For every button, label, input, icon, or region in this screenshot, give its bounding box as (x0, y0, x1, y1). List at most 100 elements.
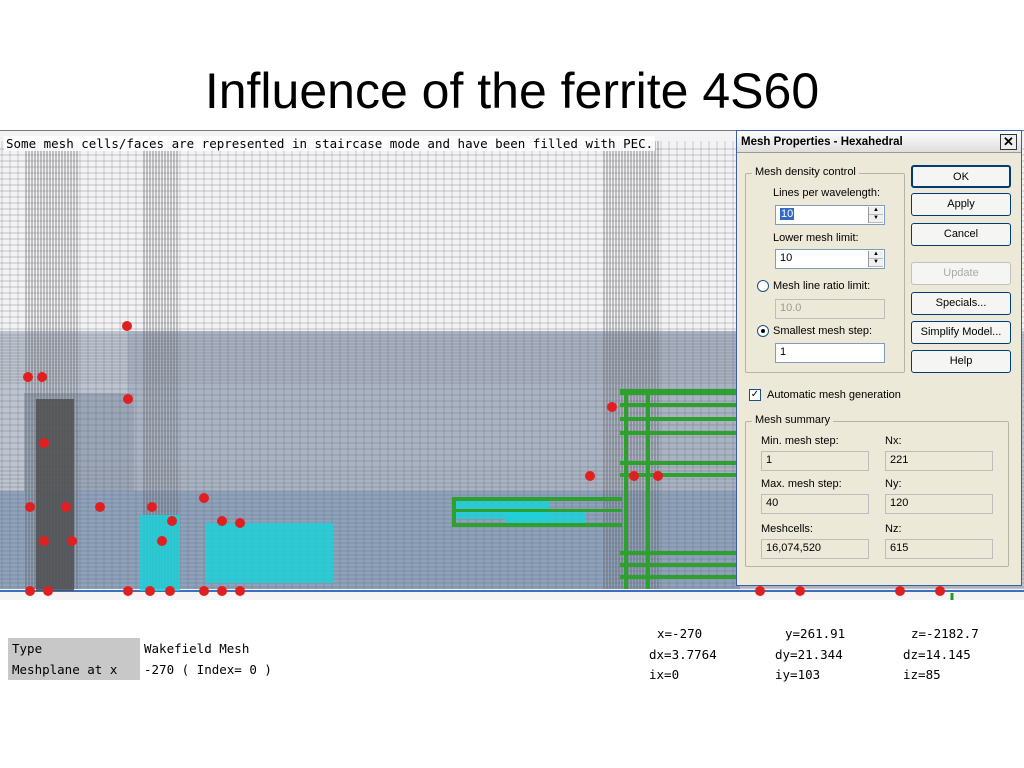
coord-dx: dx=3.7764 (649, 647, 717, 662)
ny-label: Ny: (885, 478, 902, 490)
dialog-titlebar[interactable]: Mesh Properties - Hexahedral ✕ (737, 131, 1021, 153)
pec-marker (895, 586, 905, 596)
pec-marker (653, 471, 663, 481)
green-pec-edge (452, 497, 456, 527)
green-pec-edge (646, 389, 650, 589)
pec-marker (167, 516, 177, 526)
apply-button[interactable]: Apply (911, 193, 1011, 216)
pec-marker (67, 536, 77, 546)
mesh-summary-group-label: Mesh summary (752, 414, 834, 426)
pec-marker (122, 321, 132, 331)
pec-marker (43, 586, 53, 596)
pec-marker (795, 586, 805, 596)
lower-mesh-limit-value: 10 (780, 252, 793, 264)
ratio-limit-input[interactable]: 10.0 (775, 299, 885, 319)
nz-label: Nz: (885, 523, 902, 535)
slide-title: Influence of the ferrite 4S60 (204, 63, 820, 119)
green-pec-edge (620, 417, 738, 421)
type-value: Wakefield Mesh (140, 638, 290, 659)
max-step-label: Max. mesh step: (761, 478, 842, 490)
pec-marker (165, 586, 175, 596)
lines-per-wavelength-label: Lines per wavelength: (773, 187, 881, 199)
nz-value: 615 (885, 539, 993, 559)
staircase-warning: Some mesh cells/faces are represented in… (4, 136, 656, 151)
pec-marker (37, 372, 47, 382)
close-icon[interactable]: ✕ (1000, 133, 1017, 150)
mesh-properties-dialog: Mesh Properties - Hexahedral ✕ Mesh dens… (736, 130, 1022, 586)
cyan-mesh-region (205, 523, 333, 583)
green-pec-edge (624, 389, 628, 589)
meshplane-value: -270 ( Index= 0 ) (140, 659, 290, 680)
smallest-step-radio[interactable] (757, 325, 769, 337)
coord-y: y=261.91 (785, 626, 846, 641)
info-row-meshplane: Meshplane at x -270 ( Index= 0 ) (8, 659, 290, 680)
dialog-title: Mesh Properties - Hexahedral (741, 135, 903, 148)
pec-marker (607, 402, 617, 412)
pec-marker (25, 502, 35, 512)
pec-marker (39, 536, 49, 546)
lower-mesh-limit-input[interactable]: 10 ▲ ▼ (775, 249, 885, 269)
meshplane-key: Meshplane at x (8, 659, 140, 680)
pec-marker (145, 586, 155, 596)
pec-marker (629, 471, 639, 481)
pec-marker (235, 518, 245, 528)
coord-z: z=-2182.7 (911, 626, 979, 641)
pec-marker (61, 502, 71, 512)
dense-mesh-column (36, 399, 74, 591)
pec-marker (157, 536, 167, 546)
coord-dz: dz=14.145 (903, 647, 971, 662)
lines-per-wavelength-value: 10 (780, 208, 795, 220)
green-pec-edge (620, 389, 738, 395)
mesh-info-table: Type Wakefield Mesh Meshplane at x -270 … (8, 638, 290, 680)
update-button[interactable]: Update (911, 262, 1011, 285)
simplify-model-button[interactable]: Simplify Model... (911, 321, 1011, 344)
pec-marker (217, 516, 227, 526)
ratio-limit-radio[interactable] (757, 280, 769, 292)
coord-iz: iz=85 (903, 667, 941, 682)
pec-marker (123, 586, 133, 596)
pec-marker (199, 586, 209, 596)
green-pec-edge (620, 551, 738, 555)
coord-x: x=-270 (657, 626, 703, 641)
green-pec-edge (620, 461, 738, 465)
type-key: Type (8, 638, 140, 659)
cancel-button[interactable]: Cancel (911, 223, 1011, 246)
green-pec-edge (620, 563, 738, 567)
green-pec-edge (452, 497, 622, 501)
pec-marker (147, 502, 157, 512)
green-pec-edge (452, 523, 622, 527)
green-pec-edge (620, 575, 738, 579)
pec-marker (235, 586, 245, 596)
pec-marker (123, 394, 133, 404)
nx-value: 221 (885, 451, 993, 471)
nx-label: Nx: (885, 435, 902, 447)
green-pec-edge (620, 431, 738, 435)
min-step-label: Min. mesh step: (761, 435, 839, 447)
auto-mesh-label: Automatic mesh generation (767, 389, 901, 401)
pec-marker (95, 502, 105, 512)
pec-marker (199, 493, 209, 503)
ny-value: 120 (885, 494, 993, 514)
lines-per-wavelength-input[interactable]: 10 ▲ ▼ (775, 205, 885, 225)
green-pec-edge (452, 509, 622, 512)
ratio-limit-label: Mesh line ratio limit: (773, 280, 871, 292)
meshcells-label: Meshcells: (761, 523, 813, 535)
auto-mesh-checkbox[interactable]: ✓ (749, 389, 761, 401)
coord-ix: ix=0 (649, 667, 680, 682)
green-pec-edge (620, 403, 738, 407)
pec-marker (217, 586, 227, 596)
cyan-mesh-region (140, 515, 180, 591)
lower-mesh-limit-spinner[interactable]: ▲ ▼ (868, 251, 883, 267)
lines-per-wavelength-spinner[interactable]: ▲ ▼ (868, 207, 883, 223)
help-button[interactable]: Help (911, 350, 1011, 373)
pec-marker (39, 438, 49, 448)
ok-button[interactable]: OK (911, 165, 1011, 188)
pec-marker (755, 586, 765, 596)
max-step-value: 40 (761, 494, 869, 514)
mesh-density-group-label: Mesh density control (752, 166, 859, 178)
pec-marker (23, 372, 33, 382)
min-step-value: 1 (761, 451, 869, 471)
smallest-step-input[interactable]: 1 (775, 343, 885, 363)
specials-button[interactable]: Specials... (911, 292, 1011, 315)
pec-marker (25, 586, 35, 596)
